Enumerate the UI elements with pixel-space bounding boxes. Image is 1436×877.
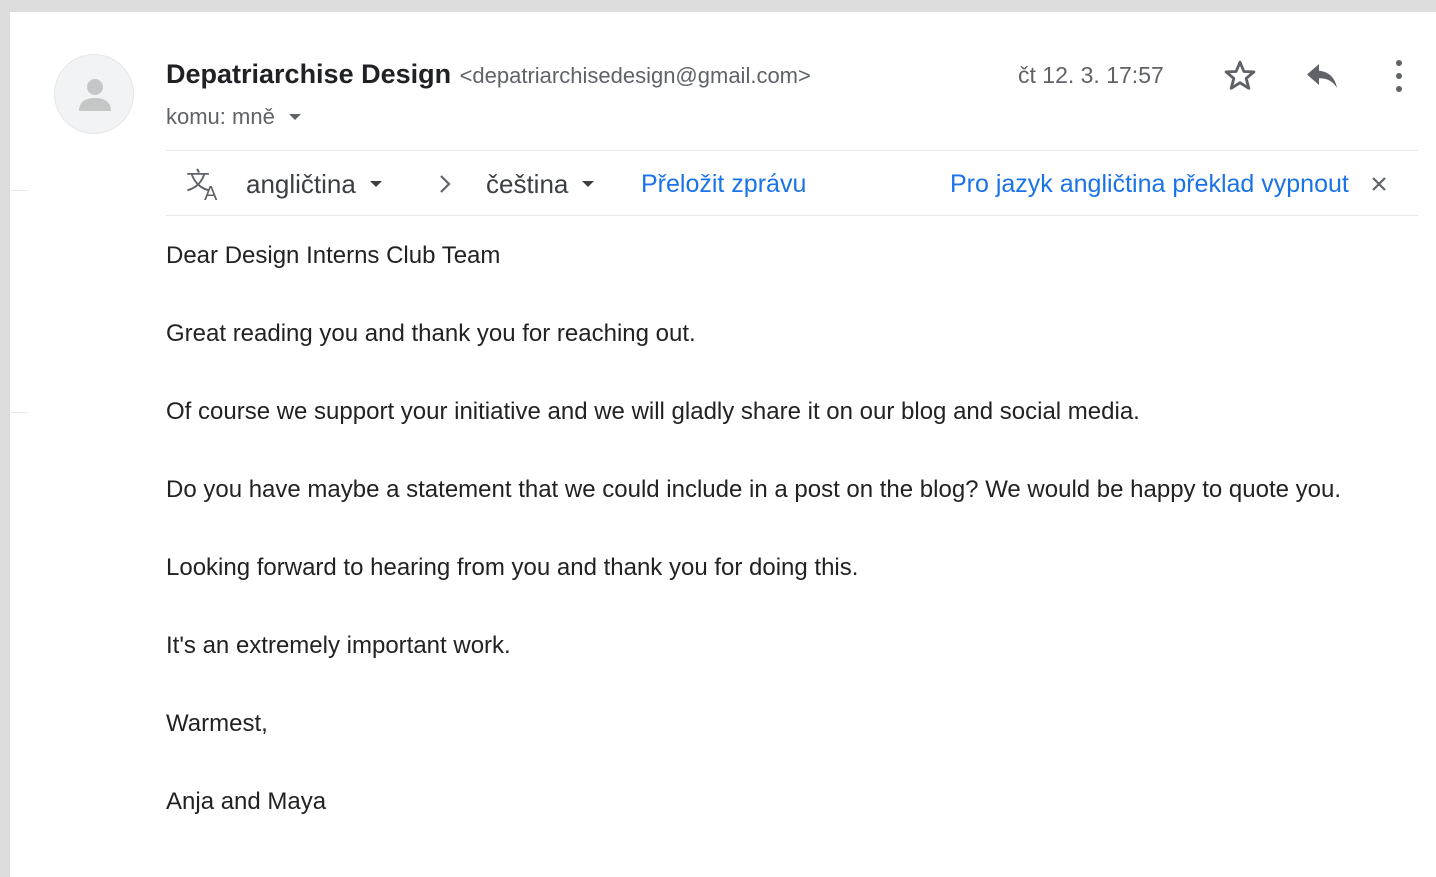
star-button[interactable] — [1218, 54, 1262, 98]
recipient-label: komu: mně — [166, 104, 275, 129]
message-paragraph: It's an extremely important work. — [166, 632, 511, 659]
translate-bar: 文 A angličtina čeština Přeložit zprávu P… — [166, 150, 1418, 216]
star-icon — [1224, 60, 1256, 90]
reply-button[interactable] — [1298, 54, 1346, 98]
turn-off-translation-link[interactable]: Pro jazyk angličtina překlad vypnout — [950, 167, 1349, 201]
chevron-down-icon — [288, 114, 301, 120]
chevron-right-icon — [440, 175, 451, 193]
sender-email: <depatriarchisedesign@gmail.com> — [459, 63, 811, 88]
sender-name[interactable]: Depatriarchise Design — [166, 59, 451, 89]
close-icon[interactable] — [1370, 175, 1388, 193]
recipient-dropdown[interactable]: komu: mně — [166, 102, 301, 132]
chevron-down-icon — [582, 181, 595, 187]
target-language-label: čeština — [486, 169, 569, 199]
reply-icon — [1307, 64, 1337, 88]
source-language-label: angličtina — [246, 169, 356, 199]
message-paragraph: Of course we support your initiative and… — [166, 398, 1140, 425]
message-date: čt 12. 3. 17:57 — [1018, 62, 1164, 88]
message-paragraph: Looking forward to hearing from you and … — [166, 554, 859, 581]
more-vert-icon — [1396, 60, 1402, 92]
message-paragraph: Warmest, — [166, 710, 268, 737]
divider — [10, 190, 28, 191]
message-paragraph: Anja and Maya — [166, 788, 327, 815]
person-icon — [79, 79, 111, 111]
more-options-button[interactable] — [1384, 54, 1414, 98]
sender-line: Depatriarchise Design <depatriarchisedes… — [166, 58, 811, 95]
chevron-down-icon — [369, 181, 382, 187]
svg-text:A: A — [204, 183, 218, 203]
translate-message-link[interactable]: Přeložit zprávu — [641, 167, 806, 201]
avatar[interactable] — [54, 54, 134, 134]
message-paragraph: Great reading you and thank you for reac… — [166, 320, 696, 347]
target-language-select[interactable]: čeština — [486, 167, 595, 201]
message-paragraph: Dear Design Interns Club Team — [166, 242, 501, 269]
divider — [10, 412, 28, 413]
translate-icon: 文 A — [186, 168, 218, 203]
message-paragraph: Do you have maybe a statement that we co… — [166, 476, 1341, 503]
email-view: Depatriarchise Design <depatriarchisedes… — [10, 12, 1436, 877]
source-language-select[interactable]: angličtina — [246, 167, 382, 201]
message-body: Dear Design Interns Club Team Great read… — [166, 236, 1406, 860]
